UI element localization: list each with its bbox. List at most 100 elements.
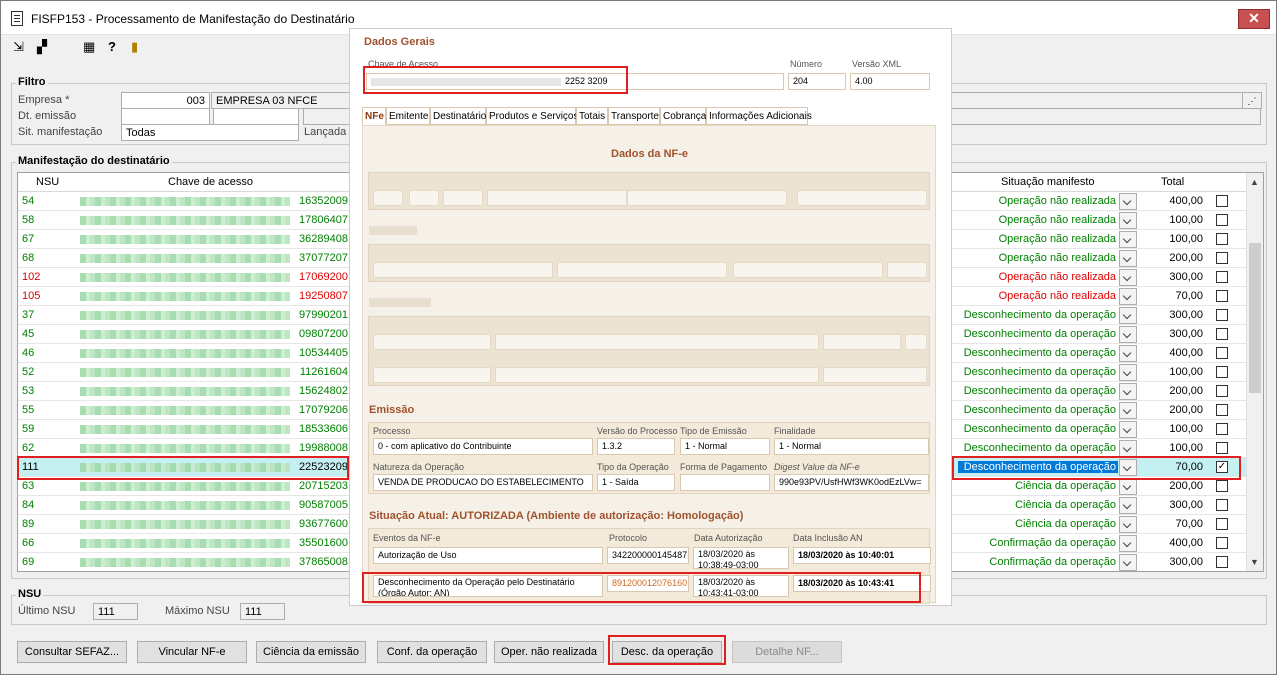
- empresa-label: Empresa *: [18, 94, 70, 106]
- chevron-down-icon[interactable]: [1119, 326, 1137, 343]
- row-situacao[interactable]: Operação não realizada: [956, 252, 1116, 264]
- row-checkbox[interactable]: [1216, 328, 1228, 340]
- row-checkbox[interactable]: [1216, 347, 1228, 359]
- tab-totais[interactable]: Totais: [576, 107, 608, 125]
- chevron-down-icon[interactable]: [1119, 212, 1137, 229]
- vincular-nfe-button[interactable]: Vincular NF-e: [137, 641, 247, 663]
- row-checkbox[interactable]: [1216, 537, 1228, 549]
- row-situacao[interactable]: Operação não realizada: [956, 290, 1116, 302]
- oper-nao-realizada-button[interactable]: Oper. não realizada: [494, 641, 604, 663]
- dt-emissao-end-input[interactable]: [213, 108, 299, 125]
- row-situacao[interactable]: Ciência da operação: [956, 499, 1116, 511]
- row-situacao[interactable]: Desconhecimento da operação: [956, 309, 1116, 321]
- row-situacao[interactable]: Operação não realizada: [956, 214, 1116, 226]
- row-checkbox[interactable]: [1216, 385, 1228, 397]
- chevron-down-icon[interactable]: [1119, 497, 1137, 514]
- row-situacao[interactable]: Desconhecimento da operação: [956, 328, 1116, 340]
- row-checkbox[interactable]: [1216, 499, 1228, 511]
- row-total: 300,00: [1169, 556, 1203, 568]
- scroll-thumb[interactable]: [1249, 243, 1261, 393]
- highlight-selected-row: [17, 456, 349, 480]
- row-total: 70,00: [1175, 518, 1203, 530]
- exit-icon[interactable]: ▮: [131, 39, 138, 55]
- help-icon[interactable]: ?: [108, 39, 116, 55]
- row-situacao[interactable]: Ciência da operação: [956, 480, 1116, 492]
- sit-manifestacao-select[interactable]: Todas: [121, 124, 299, 141]
- arrow-icon[interactable]: ⇲: [13, 39, 24, 55]
- tab-info-adicionais[interactable]: Informações Adicionais: [706, 107, 812, 125]
- row-checkbox[interactable]: [1216, 404, 1228, 416]
- scroll-down-icon[interactable]: ▼: [1250, 557, 1259, 567]
- chevron-down-icon[interactable]: [1119, 193, 1137, 210]
- header-situacao[interactable]: Situação manifesto: [1001, 176, 1095, 188]
- chevron-down-icon[interactable]: [1119, 288, 1137, 305]
- row-nsu: 63: [22, 480, 35, 492]
- row-checkbox[interactable]: [1216, 366, 1228, 378]
- empresa-code-input[interactable]: 003: [121, 92, 210, 109]
- row-checkbox[interactable]: [1216, 423, 1228, 435]
- tab-nfe[interactable]: NFe: [362, 107, 386, 125]
- tab-cobranca[interactable]: Cobrança: [660, 107, 706, 125]
- close-button[interactable]: ✕: [1238, 9, 1270, 29]
- tab-emitente[interactable]: Emitente: [386, 107, 430, 125]
- row-checkbox[interactable]: [1216, 480, 1228, 492]
- row-situacao[interactable]: Confirmação da operação: [956, 556, 1116, 568]
- row-situacao[interactable]: Desconhecimento da operação: [956, 347, 1116, 359]
- tab-produtos[interactable]: Produtos e Serviços: [486, 107, 579, 125]
- row-nsu: 69: [22, 556, 35, 568]
- row-situacao[interactable]: Operação não realizada: [956, 233, 1116, 245]
- chevron-down-icon[interactable]: [1119, 307, 1137, 324]
- row-situacao[interactable]: Desconhecimento da operação: [956, 404, 1116, 416]
- row-situacao[interactable]: Operação não realizada: [956, 271, 1116, 283]
- header-nsu[interactable]: NSU: [36, 176, 59, 188]
- row-checkbox[interactable]: [1216, 556, 1228, 568]
- row-checkbox[interactable]: [1216, 290, 1228, 302]
- row-checkbox[interactable]: [1216, 442, 1228, 454]
- chevron-down-icon[interactable]: [1119, 345, 1137, 362]
- chevron-down-icon[interactable]: [1119, 516, 1137, 533]
- search-icon[interactable]: ⋰: [1242, 92, 1262, 109]
- chevron-down-icon[interactable]: [1119, 250, 1137, 267]
- row-chave: 19988008: [299, 442, 348, 454]
- chevron-down-icon[interactable]: [1119, 402, 1137, 419]
- row-checkbox[interactable]: [1216, 252, 1228, 264]
- dt-emissao-start-input[interactable]: [121, 108, 210, 125]
- chevron-down-icon[interactable]: [1119, 535, 1137, 552]
- row-situacao[interactable]: Desconhecimento da operação: [956, 366, 1116, 378]
- conf-operacao-button[interactable]: Conf. da operação: [377, 641, 487, 663]
- row-situacao[interactable]: Desconhecimento da operação: [956, 423, 1116, 435]
- row-situacao[interactable]: Confirmação da operação: [956, 537, 1116, 549]
- header-total[interactable]: Total: [1161, 176, 1184, 188]
- row-checkbox[interactable]: [1216, 309, 1228, 321]
- row-situacao[interactable]: Desconhecimento da operação: [956, 442, 1116, 454]
- tab-destinatario[interactable]: Destinatário: [430, 107, 486, 125]
- chevron-down-icon[interactable]: [1119, 383, 1137, 400]
- row-situacao[interactable]: Ciência da operação: [956, 518, 1116, 530]
- chevron-down-icon[interactable]: [1119, 421, 1137, 438]
- scroll-up-icon[interactable]: ▲: [1250, 177, 1259, 187]
- tipo-emissao-label: Tipo de Emissão: [680, 426, 747, 436]
- grid-icon[interactable]: ▞: [37, 39, 47, 55]
- chevron-down-icon[interactable]: [1119, 478, 1137, 495]
- row-situacao[interactable]: Desconhecimento da operação: [956, 385, 1116, 397]
- chevron-down-icon[interactable]: [1119, 364, 1137, 381]
- row-checkbox[interactable]: [1216, 271, 1228, 283]
- vertical-scrollbar[interactable]: ▲ ▼: [1246, 173, 1263, 571]
- ciencia-emissao-button[interactable]: Ciência da emissão: [256, 641, 366, 663]
- chevron-down-icon[interactable]: [1119, 554, 1137, 571]
- chevron-down-icon[interactable]: [1119, 440, 1137, 457]
- row-chave: 16352009: [299, 195, 348, 207]
- chevron-down-icon[interactable]: [1119, 269, 1137, 286]
- header-chave[interactable]: Chave de acesso: [168, 176, 253, 188]
- row-checkbox[interactable]: [1216, 233, 1228, 245]
- tab-transporte[interactable]: Transporte: [608, 107, 660, 125]
- row-checkbox[interactable]: [1216, 195, 1228, 207]
- calc-icon[interactable]: ▦: [83, 39, 95, 55]
- row-situacao[interactable]: Operação não realizada: [956, 195, 1116, 207]
- consultar-sefaz-button[interactable]: Consultar SEFAZ...: [17, 641, 127, 663]
- row-checkbox[interactable]: [1216, 214, 1228, 226]
- faded-field: [823, 334, 901, 350]
- processo-field: 0 - com aplicativo do Contribuinte: [373, 438, 593, 455]
- chevron-down-icon[interactable]: [1119, 231, 1137, 248]
- row-checkbox[interactable]: [1216, 518, 1228, 530]
